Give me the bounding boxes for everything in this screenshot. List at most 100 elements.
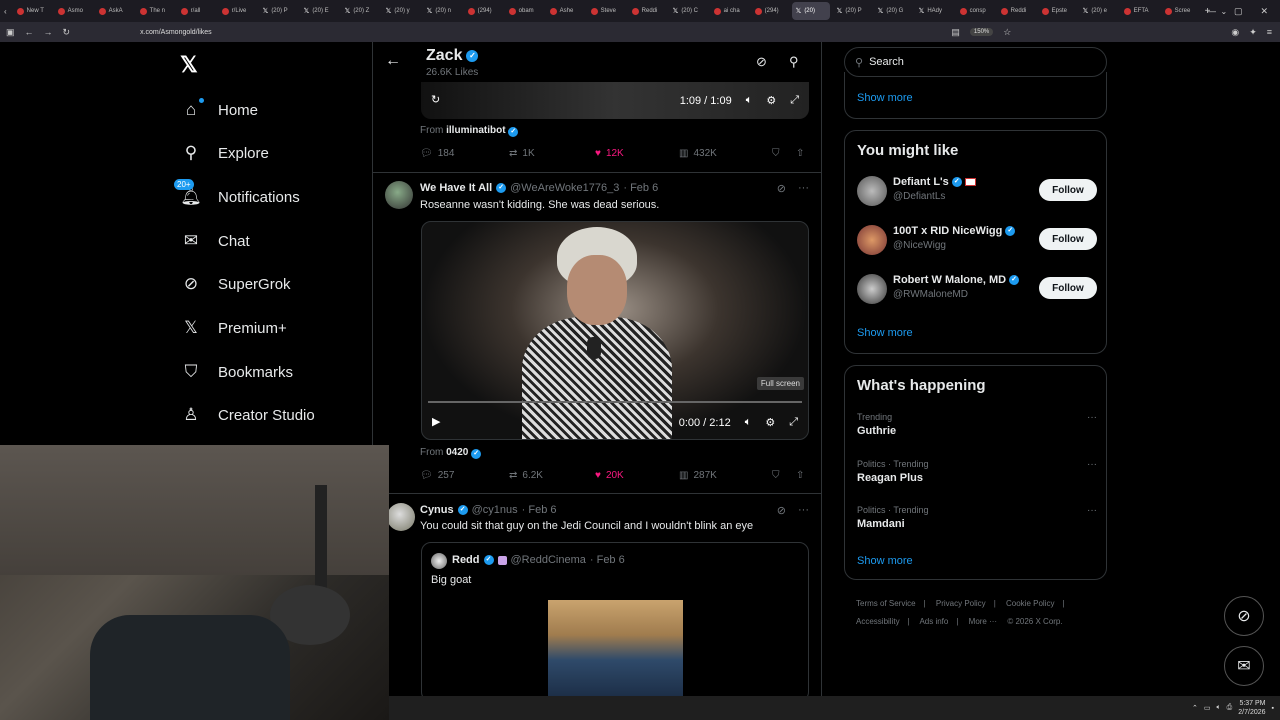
grok-fab-button[interactable]: ⊘	[1224, 596, 1264, 636]
close-window-button[interactable]: ✕	[1260, 6, 1268, 17]
browser-tab[interactable]: 𝕏 (20)	[791, 2, 830, 20]
grok-icon[interactable]: ⊘	[777, 182, 786, 195]
avatar[interactable]	[385, 181, 413, 209]
browser-tab[interactable]: ai cha	[710, 2, 748, 20]
browser-tab[interactable]: Steve	[587, 2, 625, 20]
fullscreen-icon[interactable]: ⤢	[789, 416, 798, 429]
cookie-link[interactable]: Cookie Policy	[1006, 599, 1054, 608]
url-field[interactable]: x.com/Asmongold/likes	[140, 29, 212, 36]
follow-suggestion[interactable]: 100T x RID NiceWigg ✓ @NiceWigg Follow	[857, 225, 1097, 261]
share-button[interactable]: ⇧	[796, 148, 804, 159]
show-more-link[interactable]: Show more	[857, 92, 913, 104]
trend-item[interactable]: Politics · Trending Mamdani ···	[857, 505, 1097, 530]
zoom-badge[interactable]: 150%	[969, 28, 994, 36]
x-logo-icon[interactable]: 𝕏	[180, 52, 198, 78]
trend-item[interactable]: Politics · Trending Reagan Plus ···	[857, 459, 1097, 484]
replay-icon[interactable]: ↻	[431, 93, 440, 106]
browser-tab[interactable]: AskA	[95, 2, 133, 20]
more-options-icon[interactable]: ···	[1087, 505, 1097, 516]
from-account-link[interactable]: illuminatibot	[446, 125, 505, 136]
post-date[interactable]: · Feb 6	[522, 504, 557, 516]
clock[interactable]: 5:37 PM 2/7/2026	[1238, 699, 1265, 717]
back-icon[interactable]: ←	[25, 27, 34, 37]
show-more-link[interactable]: Show more	[857, 327, 913, 339]
mic-icon[interactable]: ⎙	[1227, 704, 1233, 712]
browser-tab[interactable]: 𝕏 (20) y	[382, 2, 420, 20]
browser-tab[interactable]: Asmo	[54, 2, 92, 20]
tray-chevron-icon[interactable]: ⌃	[1192, 704, 1198, 712]
volume-icon[interactable]: 🔈︎	[1216, 704, 1220, 712]
repost-button[interactable]: ⇄ 1K	[509, 148, 595, 159]
ads-info-link[interactable]: Ads info	[919, 617, 948, 626]
volume-icon[interactable]: 🔈︎	[745, 416, 752, 429]
forward-icon[interactable]: →	[44, 27, 53, 37]
accessibility-link[interactable]: Accessibility	[856, 617, 900, 626]
privacy-link[interactable]: Privacy Policy	[936, 599, 986, 608]
nav-chat[interactable]: ✉ Chat	[180, 227, 250, 255]
browser-tab[interactable]: Reddi	[997, 2, 1035, 20]
browser-tab[interactable]: 𝕏 (20) P	[833, 2, 871, 20]
account-icon[interactable]: ◉	[1231, 27, 1239, 38]
browser-tab[interactable]: 𝕏 (20) n	[423, 2, 461, 20]
search-icon[interactable]: ⚲	[789, 54, 799, 70]
browser-tab[interactable]: 𝕏 (20) G	[874, 2, 912, 20]
author-handle[interactable]: @WeAreWoke1776_3	[510, 182, 619, 194]
network-icon[interactable]: ▭	[1204, 704, 1211, 712]
follow-suggestion[interactable]: Defiant L's ✓ @DefiantLs Follow	[857, 176, 1097, 212]
author-name[interactable]: We Have It All	[420, 182, 492, 194]
browser-tab[interactable]: New T	[13, 2, 51, 20]
browser-tab[interactable]: (294)	[464, 2, 502, 20]
more-options-icon[interactable]: ···	[798, 504, 809, 517]
reload-icon[interactable]: ↻	[63, 27, 71, 38]
messages-fab-button[interactable]: ✉	[1224, 646, 1264, 686]
nav-home[interactable]: ⌂ Home	[180, 96, 258, 124]
notifications-icon[interactable]: ▪	[1272, 705, 1274, 712]
author-handle[interactable]: @cy1nus	[472, 504, 518, 516]
more-options-icon[interactable]: ···	[1087, 412, 1097, 423]
browser-tab[interactable]: 𝕏 (20) e	[1079, 2, 1117, 20]
quoted-post[interactable]: Redd ✓ @ReddCinema · Feb 6 Big goat	[421, 542, 809, 696]
nav-bookmarks[interactable]: ⛉ Bookmarks	[180, 358, 293, 386]
grok-icon[interactable]: ⊘	[777, 504, 786, 517]
play-icon[interactable]: ▶	[432, 415, 440, 428]
more-link[interactable]: More ···	[969, 617, 997, 626]
browser-tab[interactable]: Scree	[1161, 2, 1199, 20]
browser-tab[interactable]: 𝕏 (20) E	[300, 2, 338, 20]
avatar[interactable]	[387, 503, 415, 531]
nav-notifications[interactable]: 🔔︎ 20+ Notifications	[174, 179, 300, 211]
fullscreen-icon[interactable]: ⤢	[790, 94, 799, 107]
sidebar-toggle-icon[interactable]: ▣	[6, 27, 15, 38]
maximize-button[interactable]: ▢	[1234, 6, 1243, 17]
share-button[interactable]: ⇧	[796, 470, 804, 481]
post-date[interactable]: · Feb 6	[623, 182, 658, 194]
views-button[interactable]: ▥ 432K	[679, 148, 772, 159]
browser-tab[interactable]: 𝕏 (20) Z	[341, 2, 379, 20]
video-player[interactable]: Full screen ▶ 0:00 / 2:12 🔈︎ ⚙ ⤢	[421, 221, 809, 440]
settings-gear-icon[interactable]: ⚙	[765, 416, 775, 429]
browser-tab[interactable]: r/all	[177, 2, 215, 20]
video-progress-bar[interactable]	[428, 401, 802, 403]
video-player-previous[interactable]: ↻ 1:09 / 1:09 🔈︎ ⚙ ⤢	[421, 82, 809, 119]
volume-icon[interactable]: 🔈︎	[746, 94, 753, 107]
follow-button[interactable]: Follow	[1039, 228, 1097, 250]
nav-premium[interactable]: 𝕏 Premium+	[180, 314, 287, 342]
like-button[interactable]: ♥ 12K	[595, 148, 679, 159]
reader-icon[interactable]: ▤	[951, 27, 960, 38]
reply-button[interactable]: 💬︎ 184	[420, 148, 509, 159]
settings-gear-icon[interactable]: ⚙	[766, 94, 776, 107]
browser-tab[interactable]: Reddi	[628, 2, 666, 20]
follow-button[interactable]: Follow	[1039, 277, 1097, 299]
terms-link[interactable]: Terms of Service	[856, 599, 916, 608]
author-name[interactable]: Cynus	[420, 504, 454, 516]
show-more-link[interactable]: Show more	[857, 555, 913, 567]
browser-tab[interactable]: EFTA	[1120, 2, 1158, 20]
browser-tab[interactable]: Epste	[1038, 2, 1076, 20]
extensions-icon[interactable]: ✦	[1249, 27, 1257, 38]
nav-creator-studio[interactable]: ♙ Creator Studio	[180, 401, 314, 429]
repost-button[interactable]: ⇄ 6.2K	[509, 470, 595, 481]
nav-supergrok[interactable]: ⊘ SuperGrok	[180, 270, 291, 298]
quoted-post-image[interactable]	[548, 600, 683, 696]
tab-list-icon[interactable]: ‹	[4, 7, 7, 16]
follow-button[interactable]: Follow	[1039, 179, 1097, 201]
browser-tab[interactable]: (294)	[751, 2, 789, 20]
